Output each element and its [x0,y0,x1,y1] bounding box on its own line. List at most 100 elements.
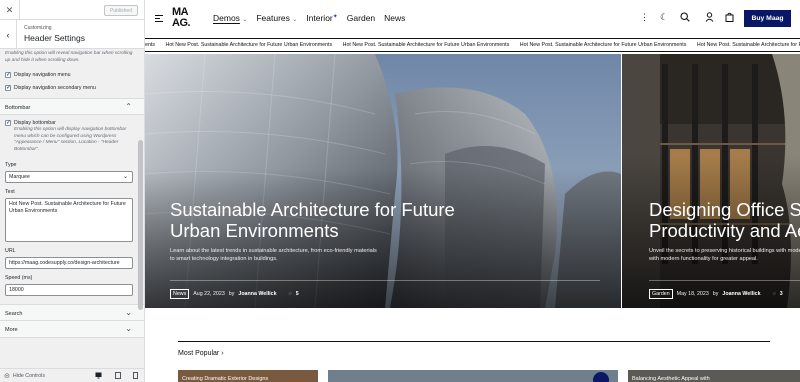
checkbox-checked-icon[interactable]: ✓ [5,120,11,126]
text-label: Text [5,189,15,195]
nav-label: Demos [213,13,240,23]
text-textarea[interactable]: Hot New Post. Sustainable Architecture f… [5,198,133,242]
slide-subtitle: Unveil the secrets to preserving histori… [649,248,800,262]
type-value: Marquee [9,174,30,180]
ticker-item: Hot New Post. Sustainable Architecture f… [696,42,800,48]
ticker-item: Hot New Post. Sustainable Architecture f… [165,42,333,48]
chevron-up-icon: ⌃ [125,102,132,111]
section-title: Header Settings [24,33,85,43]
scrollbar[interactable] [138,140,143,310]
customizer-header-bar: ✕ Published [0,0,144,20]
chevron-right-icon: › [221,350,224,357]
bottombar-marquee[interactable]: ents Hot New Post. Sustainable Architect… [145,38,800,52]
logo-line-2: AG. [172,17,191,29]
author-link[interactable]: Joanna Wellick [722,291,760,297]
popular-card[interactable]: Balancing Aesthetic Appeal with [628,370,800,382]
section-label: Bottombar [5,105,31,111]
hero-image [622,54,800,308]
search-section-toggle[interactable]: Search ⌄ [0,304,144,321]
chevron-down-icon: ⌄ [242,17,248,23]
customizer-panel: ✕ Published ‹ Customizing Header Setting… [0,0,145,382]
nav-item-garden[interactable]: Garden [347,13,375,23]
screen: ✕ Published ‹ Customizing Header Setting… [0,0,800,382]
moon-icon[interactable]: ☾ [660,12,668,23]
site-logo[interactable]: MA AG. [172,7,191,29]
card-title: Balancing Aesthetic Appeal with [632,376,710,382]
customizer-footer: ⊝ Hide Controls [0,368,144,382]
by-label: by [228,291,235,297]
category-badge[interactable]: News [170,289,190,299]
bag-icon[interactable] [725,12,734,24]
comment-icon: ◌ [288,291,292,297]
back-arrow-icon[interactable]: ‹ [0,20,17,49]
speed-input[interactable]: 18000 [5,284,133,296]
sparkle-icon: ✦ [332,14,338,20]
user-icon[interactable] [705,12,714,24]
ticker-item: ents [145,42,156,48]
comment-count[interactable]: 3 [780,291,783,297]
nav-label: Interior [306,13,333,23]
popular-card[interactable] [328,370,618,382]
bottombar-description: Enabling this option will display naviga… [14,127,127,152]
hide-controls-button[interactable]: ⊝ Hide Controls [4,372,45,380]
checkbox-checked-icon[interactable]: ✓ [5,85,11,91]
url-input[interactable]: https://maag.codesupply.co/design-archit… [5,257,133,269]
breadcrumb: Customizing [24,25,52,31]
display-bottombar-option[interactable]: ✓ Display bottombar [5,120,139,126]
category-badge[interactable]: Garden [649,289,673,299]
hero-slide[interactable]: Designing Office Spaces for Productivity… [622,54,800,308]
slide-title[interactable]: Designing Office Spaces for Productivity… [649,199,800,241]
site-preview: MA AG. Demos ⌄ Features ⌄ Interior✦ Gard… [145,0,800,382]
most-popular-heading[interactable]: Most Popular › [178,350,224,357]
primary-nav: Demos ⌄ Features ⌄ Interior✦ Garden News [213,13,405,23]
hide-controls-label: Hide Controls [12,373,45,379]
auto-hide-description: Enabling this option will reveal navigat… [5,51,133,63]
nav-label: Features [256,13,290,23]
more-section-toggle[interactable]: More ⌄ [0,321,144,338]
section-label: Search [5,311,23,317]
post-date: Aug 22, 2023 [193,291,225,297]
comment-count[interactable]: 5 [296,291,299,297]
more-vertical-icon[interactable]: ⋮ [640,12,649,23]
post-date: May 18, 2023 [676,291,709,297]
section-label: More [5,327,18,333]
ticker-item: Hot New Post. Sustainable Architecture f… [342,42,510,48]
buy-button[interactable]: Buy Maag [744,10,791,27]
type-label: Type [5,162,17,168]
chevron-down-icon: ⌄ [125,324,132,333]
search-icon[interactable] [680,12,690,24]
chevron-down-icon: ⌄ [292,17,298,23]
checkbox-checked-icon[interactable]: ✓ [5,72,11,78]
section-header: ‹ Customizing Header Settings [0,20,144,49]
hero-slide[interactable]: Sustainable Architecture for Future Urba… [145,54,621,308]
comment-icon: ◌ [772,291,776,297]
chevron-down-icon: ⌄ [122,174,128,180]
menu-icon[interactable] [155,15,163,24]
mobile-preview-icon[interactable] [133,372,139,379]
option-label: Display navigation menu [14,72,71,78]
tablet-preview-icon[interactable] [115,372,121,379]
nav-item-demos[interactable]: Demos ⌄ [213,13,247,23]
slide-subtitle: Learn about the latest trends in sustain… [170,248,377,262]
popular-card[interactable]: Creating Dramatic Exterior Designs [178,370,318,382]
nav-item-interior[interactable]: Interior✦ [306,13,338,23]
card-title: Creating Dramatic Exterior Designs [182,376,269,382]
display-navigation-menu-option[interactable]: ✓ Display navigation menu [5,72,139,78]
slide-meta: News Aug 22, 2023 by Joanna Wellick ◌ 5 [170,289,299,299]
url-label: URL [5,248,16,254]
type-select[interactable]: Marquee ⌄ [5,171,133,183]
close-icon[interactable]: ✕ [0,0,20,20]
divider [170,280,600,281]
hide-controls-icon: ⊝ [4,373,10,380]
desktop-preview-icon[interactable] [95,372,102,379]
published-button[interactable]: Published [104,5,138,16]
option-label: Display bottombar [14,120,56,126]
author-link[interactable]: Joanna Wellick [238,291,276,297]
nav-item-features[interactable]: Features ⌄ [256,13,297,23]
slide-title[interactable]: Sustainable Architecture for Future Urba… [170,199,490,241]
badge-icon [593,372,609,382]
bottombar-section-toggle[interactable]: Bottombar ⌃ [0,98,144,115]
display-secondary-menu-option[interactable]: ✓ Display navigation secondary menu [5,85,139,91]
nav-item-news[interactable]: News [384,13,405,23]
option-label: Display navigation secondary menu [14,85,96,91]
